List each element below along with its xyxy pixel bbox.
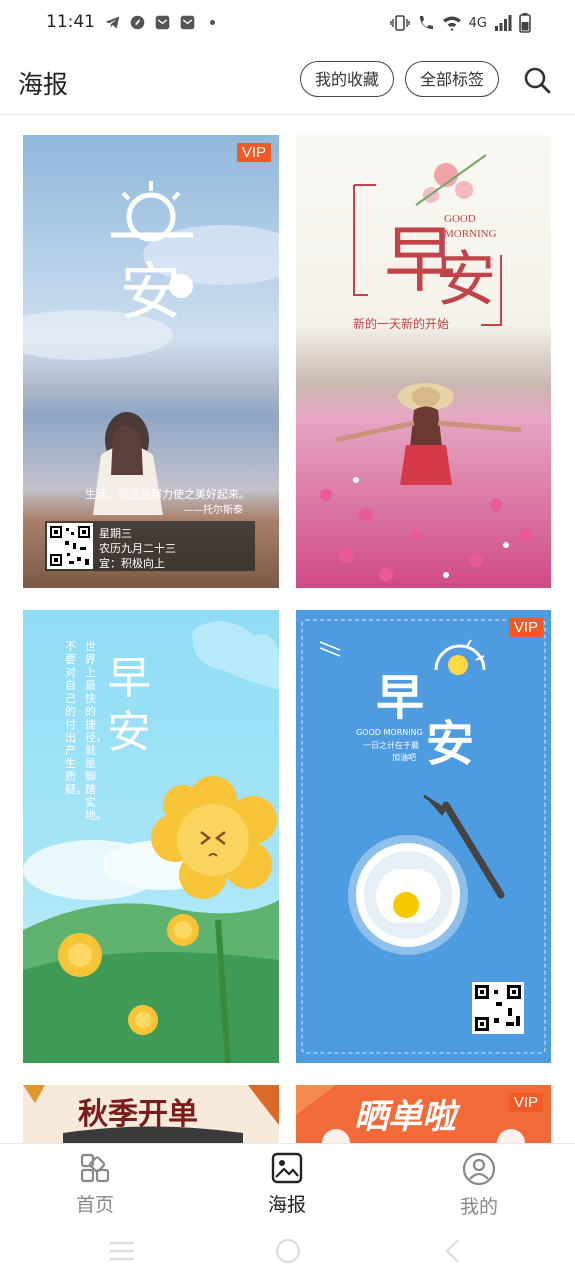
poster-title: 晒单啦	[354, 1097, 456, 1137]
poster-title: 秋季开单	[78, 1097, 198, 1132]
mail-icon	[180, 15, 195, 30]
poster-card-good-morning-egg[interactable]: VIP 早 安 GOOD MORNING 一日之计在于晨 加油吧	[296, 610, 551, 1063]
user-icon	[462, 1152, 496, 1186]
vip-badge: VIP	[508, 1093, 543, 1112]
poster-title-an: 安	[426, 716, 475, 772]
mail-icon	[155, 15, 170, 30]
poster-card-good-morning-seaside[interactable]: 安 VIP 生活，就应当努力使之美好起来。 ——托尔斯泰 星期三 农历九月二十三…	[23, 135, 279, 588]
system-status-icons: 4G	[389, 13, 531, 33]
poster-title-an: 安	[107, 707, 151, 758]
poster-suggestion: 宜：积极向上	[99, 557, 165, 570]
image-icon	[271, 1152, 303, 1184]
nav-tab-home[interactable]: 首页	[45, 1152, 145, 1217]
status-time: 11:41	[46, 12, 95, 32]
system-navigation-bar	[0, 1223, 575, 1280]
svg-text:安: 安	[436, 245, 496, 315]
poster-morning: MORNING	[444, 228, 497, 240]
poster-quote: 生活，就应当努力使之美好起来。	[85, 488, 250, 501]
vip-badge: VIP	[236, 143, 271, 162]
poster-vertical-text-2: 不要对自己的付出产生质疑。	[65, 640, 87, 796]
search-icon[interactable]	[522, 65, 552, 95]
app-header: 海报 我的收藏 全部标签	[0, 48, 575, 115]
signal-icon	[495, 15, 512, 31]
wifi-icon	[442, 16, 461, 31]
vip-badge: VIP	[508, 618, 543, 637]
vibrate-icon	[389, 15, 410, 31]
poster-good-morning: GOOD MORNING	[356, 728, 423, 737]
poster-card-good-morning-flowers[interactable]: 早 安 GOOD MORNING 新的一天新的开始	[296, 135, 551, 588]
poster-image: 早 安	[296, 135, 551, 588]
poster-lunar-date: 农历九月二十三	[99, 542, 176, 555]
bottom-navigation: 首页 海报 我的	[0, 1143, 575, 1224]
nav-tab-poster[interactable]: 海报	[237, 1152, 337, 1217]
status-bar: 11:41 4G	[0, 0, 575, 48]
menu-icon[interactable]	[108, 1240, 136, 1262]
poster-subtitle: 新的一天新的开始	[353, 317, 450, 331]
poster-slogan-2: 加油吧	[392, 753, 416, 762]
poster-slogan-1: 一日之计在于晨	[363, 741, 419, 750]
my-favorites-button[interactable]: 我的收藏	[300, 61, 394, 97]
all-tags-button[interactable]: 全部标签	[405, 61, 499, 97]
battery-icon	[519, 13, 531, 33]
wifi-call-icon	[419, 16, 433, 29]
network-type: 4G	[468, 15, 487, 31]
notification-icons	[104, 14, 221, 31]
poster-card-autumn-orders[interactable]: 秋季开单	[23, 1085, 279, 1143]
qr-code-icon	[47, 523, 93, 569]
app-icon	[130, 15, 145, 30]
poster-title-zao: 早	[376, 670, 425, 726]
nav-label-home: 首页	[75, 1194, 114, 1216]
home-circle-icon[interactable]	[274, 1237, 302, 1265]
poster-card-good-morning-sunflower[interactable]: 早 安 世界上最快的捷径，就是脚踏实地。 不要对自己的付出产生质疑。	[23, 610, 279, 1063]
poster-quote-author: ——托尔斯泰	[183, 505, 243, 516]
nav-tab-mine[interactable]: 我的	[429, 1152, 529, 1219]
poster-good: GOOD	[444, 213, 476, 225]
nav-label-mine: 我的	[459, 1196, 498, 1218]
poster-weekday: 星期三	[99, 527, 132, 540]
poster-image	[23, 610, 279, 1063]
more-notifications-dot-icon	[209, 19, 216, 26]
grid-icon	[80, 1153, 110, 1183]
telegram-icon	[105, 16, 120, 29]
page-title: 海报	[18, 70, 69, 99]
back-icon[interactable]	[442, 1238, 462, 1264]
poster-card-share-order[interactable]: 晒单啦 VIP	[296, 1085, 551, 1143]
nav-label-poster: 海报	[267, 1194, 306, 1216]
